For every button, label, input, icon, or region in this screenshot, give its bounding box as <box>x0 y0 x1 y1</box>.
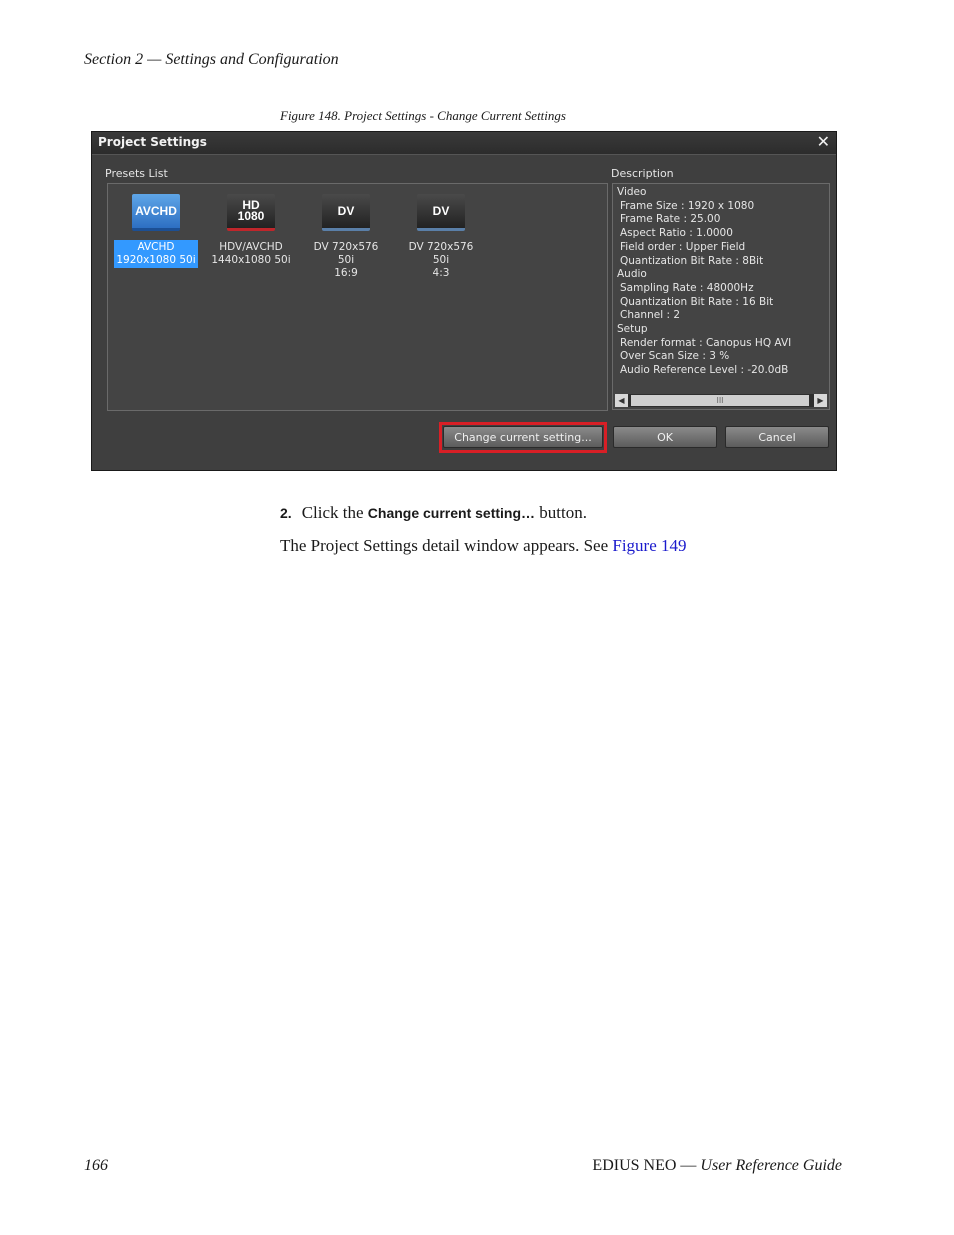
step-2: 2. Click the Change current setting… butt… <box>280 503 587 523</box>
footer-guide: User Reference Guide <box>700 1157 842 1174</box>
hd-1080-icon: HD 1080 <box>227 194 275 231</box>
preset-dv-4-3[interactable]: DV DV 720x576 50i 4:3 <box>398 194 484 281</box>
avchd-icon: AVCHD <box>132 194 180 231</box>
section-header: Section 2 — Settings and Configuration <box>84 51 339 68</box>
close-icon[interactable]: ✕ <box>817 133 830 151</box>
description-label: Description <box>611 167 674 180</box>
step-command: Change current setting… <box>367 505 536 521</box>
ok-button[interactable]: OK <box>613 426 717 448</box>
preset-label: AVCHD 1920x1080 50i <box>114 240 198 268</box>
preset-label: HDV/AVCHD 1440x1080 50i <box>211 241 291 266</box>
preset-avchd[interactable]: AVCHD AVCHD 1920x1080 50i <box>113 194 199 268</box>
description-panel: Video Frame Size : 1920 x 1080 Frame Rat… <box>612 183 830 410</box>
dialog-titlebar: Project Settings ✕ <box>92 132 836 155</box>
presets-list: AVCHD AVCHD 1920x1080 50i HD 1080 HDV/AVCH… <box>107 183 608 411</box>
presets-list-label: Presets List <box>105 167 168 180</box>
dv-icon: DV <box>417 194 465 231</box>
scroll-thumb[interactable]: III <box>631 395 809 406</box>
dv-icon: DV <box>322 194 370 231</box>
preset-dv-16-9[interactable]: DV DV 720x576 50i 16:9 <box>303 194 389 281</box>
dialog-title: Project Settings <box>98 135 207 149</box>
scroll-right-icon[interactable]: ▶ <box>814 394 827 407</box>
preset-hdv-avchd[interactable]: HD 1080 HDV/AVCHD 1440x1080 50i <box>208 194 294 268</box>
cancel-button[interactable]: Cancel <box>725 426 829 448</box>
step-text-pre: Click the <box>301 503 368 522</box>
change-current-setting-button[interactable]: Change current setting... <box>443 426 603 448</box>
footer-title: EDIUS NEO — User Reference Guide <box>592 1157 842 1175</box>
project-settings-dialog: Project Settings ✕ Presets List Descript… <box>91 131 837 471</box>
footer-separator: — <box>676 1157 701 1174</box>
figure-link[interactable]: Figure 149 <box>612 536 686 555</box>
horizontal-scrollbar[interactable]: ◀ III ▶ <box>615 394 827 407</box>
page-number: 166 <box>84 1157 108 1174</box>
instruction-paragraph: The Project Settings detail window appea… <box>280 536 687 556</box>
preset-label: DV 720x576 50i 16:9 <box>313 241 379 279</box>
description-text: Video Frame Size : 1920 x 1080 Frame Rat… <box>617 186 792 377</box>
preset-label: DV 720x576 50i 4:3 <box>408 241 474 279</box>
footer-product: EDIUS NEO <box>592 1157 677 1174</box>
step-number: 2. <box>280 505 292 521</box>
step-text-post: button. <box>535 503 587 522</box>
figure-caption: Figure 148. Project Settings - Change Cu… <box>280 108 566 123</box>
scroll-left-icon[interactable]: ◀ <box>615 394 628 407</box>
paragraph-text: The Project Settings detail window appea… <box>280 536 613 555</box>
